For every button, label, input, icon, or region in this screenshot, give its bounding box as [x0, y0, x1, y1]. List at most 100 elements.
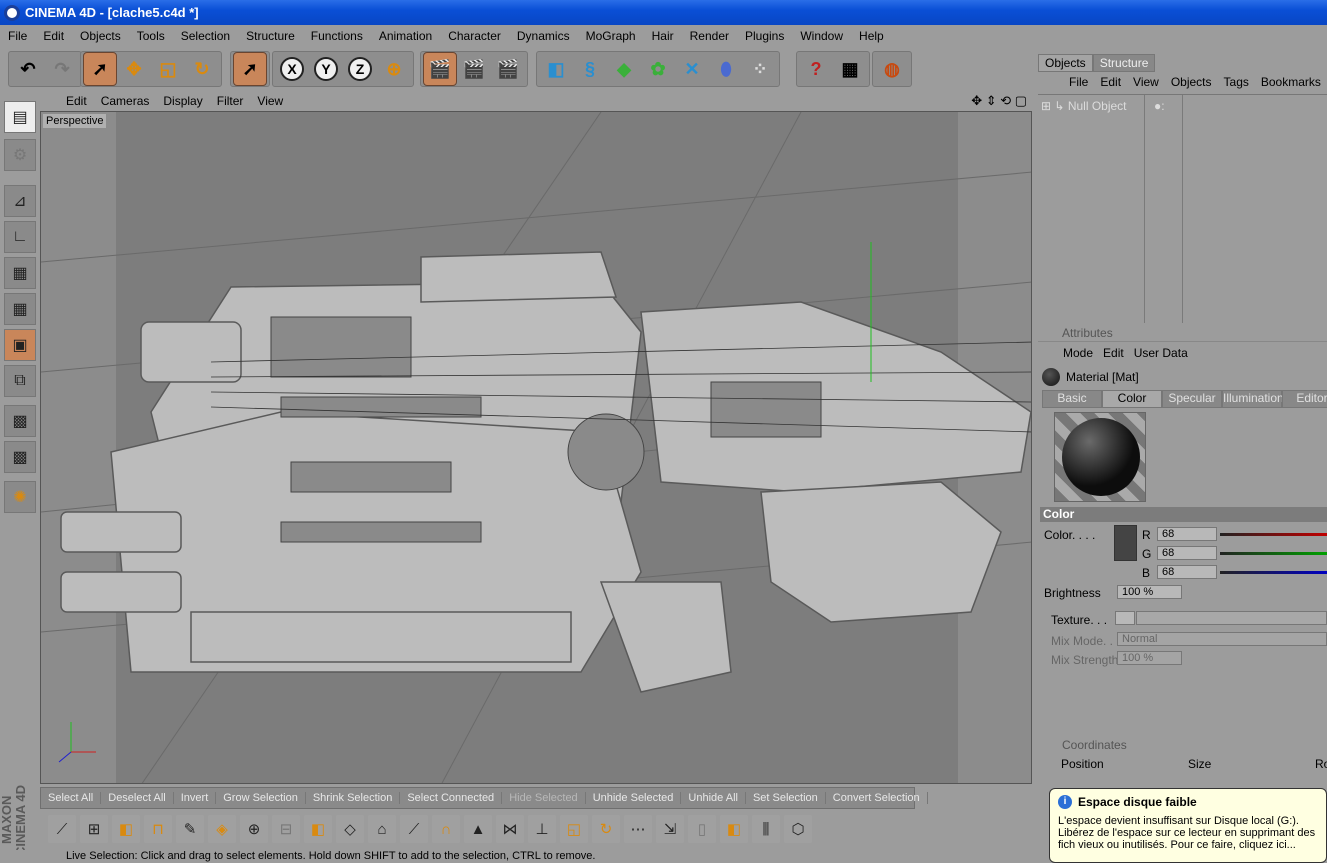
array-icon[interactable]: ✿	[642, 53, 674, 85]
menu-character[interactable]: Character	[440, 29, 509, 43]
menu-dynamics[interactable]: Dynamics	[509, 29, 578, 43]
invert-button[interactable]: Invert	[174, 792, 217, 804]
expand-icon[interactable]: ⊞	[1041, 99, 1051, 113]
color-swatch[interactable]	[1114, 525, 1137, 561]
make-editable-icon[interactable]: ⚙	[4, 139, 36, 171]
menu-structure[interactable]: Structure	[238, 29, 303, 43]
unhide-all-button[interactable]: Unhide All	[681, 792, 746, 804]
deselect-all-button[interactable]: Deselect All	[101, 792, 174, 804]
objects-menu-view[interactable]: View	[1127, 75, 1165, 89]
undo-icon[interactable]: ↶	[12, 53, 44, 85]
weld-icon[interactable]: ⬡	[784, 815, 812, 843]
objects-menu-tags[interactable]: Tags	[1218, 75, 1255, 89]
render-picture-viewer-icon[interactable]: 🎬	[492, 53, 524, 85]
normal-move-icon[interactable]: ⊥	[528, 815, 556, 843]
menu-animation[interactable]: Animation	[371, 29, 440, 43]
magnet-icon[interactable]: ∩	[432, 815, 460, 843]
select-arrow-icon[interactable]: ➚	[233, 52, 267, 86]
attributes-menu-mode[interactable]: Mode	[1058, 346, 1098, 360]
tab-objects[interactable]: Objects	[1038, 54, 1093, 72]
select-all-button[interactable]: Select All	[41, 792, 102, 804]
attributes-menu-user-data[interactable]: User Data	[1129, 346, 1193, 360]
nurbs-icon[interactable]: ◆	[608, 53, 640, 85]
extrude-icon[interactable]: ◧	[304, 815, 332, 843]
viewport-nav-icon[interactable]: ✥ ⇕ ⟲ ▢	[964, 93, 1033, 109]
menu-edit[interactable]: Edit	[35, 29, 72, 43]
help-icon[interactable]: ?	[800, 53, 832, 85]
menu-plugins[interactable]: Plugins	[737, 29, 792, 43]
grow-selection-button[interactable]: Grow Selection	[216, 792, 306, 804]
convert-selection-button[interactable]: Convert Selection	[826, 792, 928, 804]
bevel-icon[interactable]: ◧	[112, 815, 140, 843]
smooth-shift-icon[interactable]: ◧	[720, 815, 748, 843]
mix-strength-field[interactable]: 100 %	[1117, 651, 1182, 665]
objects-menu-edit[interactable]: Edit	[1094, 75, 1127, 89]
axis-y-button[interactable]: Y	[310, 53, 342, 85]
axis-z-button[interactable]: Z	[344, 53, 376, 85]
brightness-field[interactable]: 100 %	[1117, 585, 1182, 599]
optimize-icon[interactable]: ⋯	[624, 815, 652, 843]
menu-selection[interactable]: Selection	[173, 29, 238, 43]
tab-structure[interactable]: Structure	[1092, 54, 1156, 72]
iron-icon[interactable]: ⌂	[368, 815, 396, 843]
axis-x-button[interactable]: X	[276, 53, 308, 85]
split-icon[interactable]: ▯	[688, 815, 716, 843]
texture-mode-icon[interactable]: ▩	[4, 405, 36, 437]
hide-selected-button[interactable]: Hide Selected	[502, 792, 586, 804]
low-disk-notification[interactable]: i Espace disque faible L'espace devient …	[1049, 788, 1327, 863]
move-icon[interactable]: ✥	[118, 53, 150, 85]
knife-icon[interactable]: ⟋	[48, 815, 76, 843]
viewport-menu-cameras[interactable]: Cameras	[94, 94, 157, 108]
matrix-extrude-icon[interactable]: ▲	[464, 815, 492, 843]
perspective-viewport[interactable]: Perspective	[40, 111, 1032, 784]
objects-menu-bookmarks[interactable]: Bookmarks	[1255, 75, 1327, 89]
object-axis-icon[interactable]: ⊿	[4, 185, 36, 217]
menu-render[interactable]: Render	[682, 29, 737, 43]
r-slider[interactable]	[1220, 533, 1327, 536]
animation-mode-icon[interactable]: ⧉	[4, 365, 36, 397]
layout-icon[interactable]: ▤	[4, 101, 36, 133]
cube-icon[interactable]: ◧	[540, 53, 572, 85]
tab-specular[interactable]: Specular	[1162, 390, 1222, 408]
slide-icon[interactable]: ⇲	[656, 815, 684, 843]
table-icon[interactable]: ▦	[834, 53, 866, 85]
brush-icon[interactable]: ✎	[176, 815, 204, 843]
add-points-icon[interactable]: ⊞	[80, 815, 108, 843]
render-view-icon[interactable]: 🎬	[423, 52, 457, 86]
viewport-menu-edit[interactable]: Edit	[40, 94, 94, 108]
tab-editor[interactable]: Editor	[1282, 390, 1327, 408]
normal-scale-icon[interactable]: ◱	[560, 815, 588, 843]
tweak-mode-icon[interactable]: ✺	[4, 481, 36, 513]
g-slider[interactable]	[1220, 552, 1327, 555]
menu-help[interactable]: Help	[851, 29, 892, 43]
viewport-menu-display[interactable]: Display	[156, 94, 209, 108]
rotate-icon[interactable]: ↻	[186, 53, 218, 85]
menu-objects[interactable]: Objects	[72, 29, 129, 43]
deformer-icon[interactable]: ✕	[676, 53, 708, 85]
menu-tools[interactable]: Tools	[129, 29, 173, 43]
set-selection-button[interactable]: Set Selection	[746, 792, 826, 804]
render-region-icon[interactable]: 🎬	[458, 53, 490, 85]
list-item[interactable]: ⊞ ↳ Null Object	[1041, 99, 1127, 113]
objects-menu-objects[interactable]: Objects	[1165, 75, 1218, 89]
texture-field[interactable]	[1136, 611, 1327, 625]
unhide-selected-button[interactable]: Unhide Selected	[586, 792, 682, 804]
close-hole-icon[interactable]: ◈	[208, 815, 236, 843]
points-mode-icon[interactable]: ▦	[4, 257, 36, 289]
spline-icon[interactable]: §	[574, 53, 606, 85]
tab-basic[interactable]: Basic	[1042, 390, 1102, 408]
r-value-field[interactable]: 68	[1157, 527, 1217, 541]
attributes-menu-edit[interactable]: Edit	[1098, 346, 1129, 360]
bridge-icon[interactable]: ⊓	[144, 815, 172, 843]
viewport-menu-filter[interactable]: Filter	[210, 94, 251, 108]
menu-file[interactable]: File	[0, 29, 35, 43]
scale-icon[interactable]: ◱	[152, 53, 184, 85]
menu-hair[interactable]: Hair	[644, 29, 682, 43]
live-selection-icon[interactable]: ➚	[83, 52, 117, 86]
select-connected-button[interactable]: Select Connected	[400, 792, 503, 804]
scene-icon[interactable]: ⬮	[710, 53, 742, 85]
tab-illumination[interactable]: Illumination	[1222, 390, 1284, 408]
visibility-dots-icon[interactable]: ●:	[1154, 99, 1165, 113]
normal-rotate-icon[interactable]: ↻	[592, 815, 620, 843]
line-cut-icon[interactable]: ⟋	[400, 815, 428, 843]
